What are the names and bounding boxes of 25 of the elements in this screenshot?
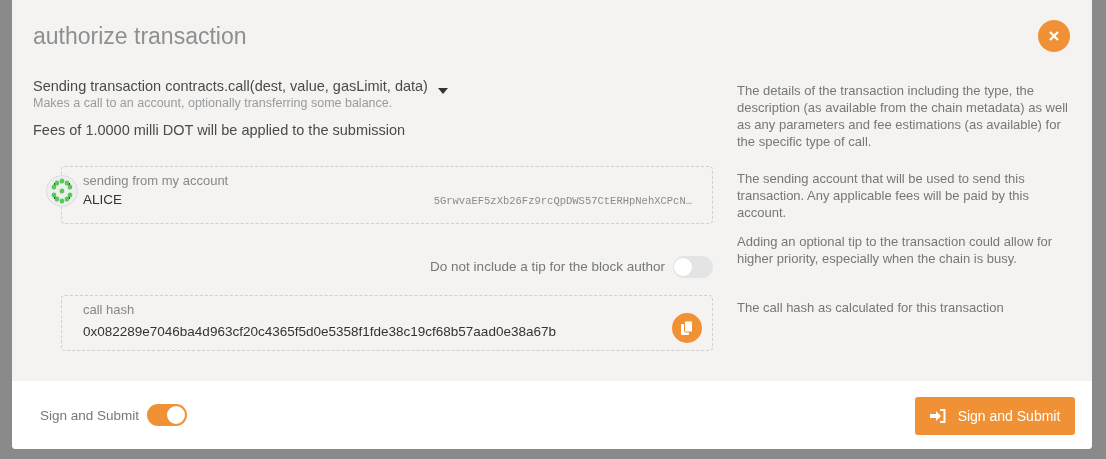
account-field[interactable]: sending from my account ALICE 5GrwvaEF5zXb26Fz9rcQpDWS57CtERHpNehXCPcN… (61, 166, 713, 224)
close-icon (1049, 31, 1059, 41)
field-label: call hash (83, 302, 136, 317)
close-button[interactable] (1038, 20, 1070, 52)
caret-icon[interactable] (437, 88, 448, 94)
identicon-icon (46, 175, 78, 207)
transaction-summary: Sending transaction contracts.call(dest, value, gasLimit, data) (33, 78, 428, 94)
account-address: 5GrwvaEF5zXb26Fz9rcQpDWS57CtERHpNehXCPcN… (433, 195, 692, 207)
sign-toggle[interactable] (147, 404, 188, 426)
help-text: The sending account that will be used to send this transaction. Any applicable fees will be paid by this account. (737, 170, 1030, 222)
help-text: The call hash as calculated for this transaction (737, 299, 1005, 317)
transaction-description: Makes a call to an account, optionally transferring some balance. (33, 96, 394, 110)
account-name: ALICE (83, 192, 123, 207)
field-label: sending from my account (83, 173, 230, 188)
tip-toggle[interactable] (673, 255, 713, 278)
dialog-title: authorize transaction (33, 22, 247, 50)
toggle-label: Sign and Submit (40, 407, 140, 423)
help-text: The details of the transaction including the type, the description (as available from the chain metadata) as well as any parameters and fee estimations (as available) for the specific type of call. (737, 82, 1069, 151)
fees-text: Fees of 1.0000 milli DOT will be applied to the submission (33, 122, 407, 138)
toggle-label: Do not include a tip for the block author (430, 259, 665, 274)
help-text: Adding an optional tip to the transaction could allow for higher priority, especially when the chain is busy. (737, 233, 1054, 268)
copy-button[interactable] (672, 313, 702, 343)
copy-icon (681, 321, 693, 335)
call-hash-value: 0x082289e7046ba4d963cf20c4365f5d0e5358f1fde38c19cf68b57aad0e38a67b (83, 323, 556, 339)
sign-in-icon (929, 409, 946, 423)
